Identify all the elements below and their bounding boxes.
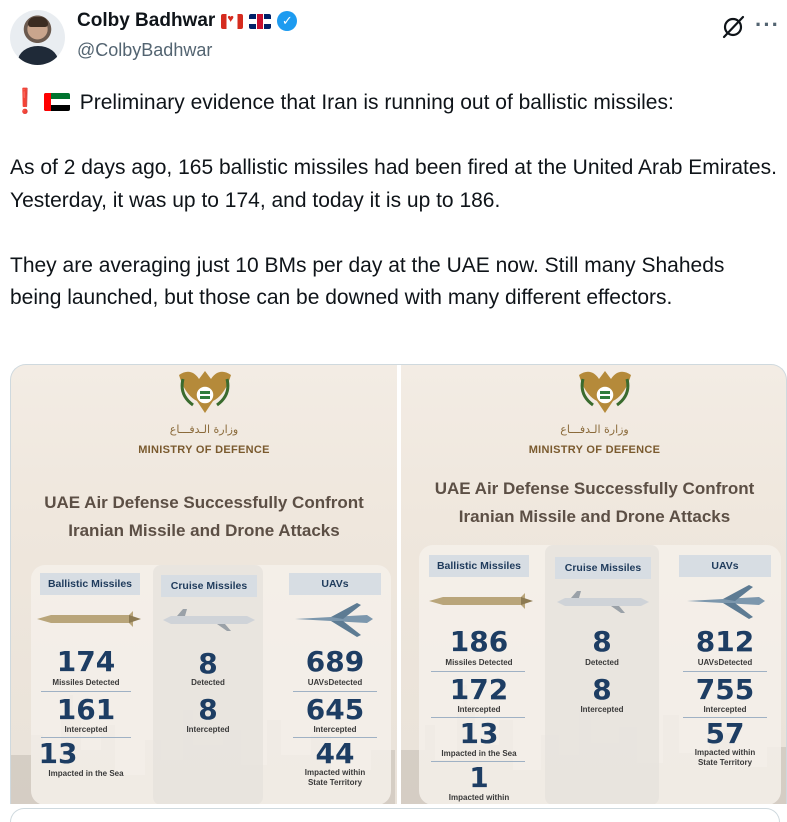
headline-line-1: UAE Air Defense Successfully Confront — [434, 479, 755, 498]
infographic-headline: UAE Air Defense Successfully Confront Ir… — [401, 475, 786, 531]
ministry-english: MINISTRY OF DEFENCE — [528, 444, 661, 456]
headline-line-2: Iranian Missile and Drone Attacks — [458, 507, 731, 526]
ballistic-column: 186 Missiles Detected 172 Intercepted 13… — [419, 545, 539, 804]
tweet-paragraph-3: They are averaging just 10 BMs per day a… — [10, 253, 725, 310]
divider-line — [431, 671, 525, 672]
uav-detected-label: UAVsDetected — [307, 678, 363, 687]
tweet-text: ❗ Preliminary evidence that Iran is runn… — [10, 86, 780, 315]
ballistic-detected-value: 174 — [56, 645, 116, 678]
uav-detected-label: UAVsDetected — [697, 658, 753, 667]
media-image-2[interactable]: وزارة الـدفـــاع MINISTRY OF DEFENCE UAE… — [401, 365, 786, 804]
ballistic-sea-value: 13 — [38, 737, 78, 770]
media-image-1[interactable]: وزارة الـدفـــاع MINISTRY OF DEFENCE UAE… — [11, 365, 397, 804]
headline-line-1: UAE Air Defense Successfully Confront — [44, 493, 364, 512]
ballistic-intercepted-value: 161 — [56, 693, 116, 726]
ballistic-sea-label: Impacted in the Sea — [441, 749, 517, 758]
tweet-media[interactable]: وزارة الـدفـــاع MINISTRY OF DEFENCE UAE… — [10, 364, 787, 804]
uav-detected-value: 812 — [695, 625, 755, 658]
uav-detected-value: 689 — [305, 645, 365, 678]
uav-territory-value: 44 — [315, 737, 355, 770]
uav-territory-label: Impacted within State Territory — [279, 768, 391, 788]
ballistic-sea-label: Impacted in the Sea — [48, 769, 124, 778]
grok-icon[interactable] — [720, 14, 746, 40]
ministry-arabic: وزارة الـدفـــاع — [560, 423, 629, 436]
cruise-intercepted-value: 8 — [592, 673, 612, 706]
uav-territory-value: 57 — [705, 717, 745, 750]
avatar-suit — [18, 46, 58, 65]
uav-column: 689 UAVsDetected 645 Intercepted 44 Impa… — [279, 565, 391, 804]
ballistic-detected-label: Missiles Detected — [52, 678, 120, 687]
exclamation-icon: ❗ — [10, 88, 40, 115]
tweet-paragraph-2: As of 2 days ago, 165 ballistic missiles… — [10, 156, 777, 212]
cruise-intercepted-value: 8 — [198, 693, 218, 726]
ballistic-intercepted-value: 172 — [449, 673, 509, 706]
cruise-intercepted-label: Intercepted — [580, 705, 624, 714]
divider-line — [683, 671, 767, 672]
ministry-english: MINISTRY OF DEFENCE — [138, 444, 270, 456]
divider-line — [293, 691, 377, 692]
ballistic-intercepted-label: Intercepted — [457, 705, 501, 714]
headline-line-2: Iranian Missile and Drone Attacks — [68, 521, 340, 540]
ballistic-detected-label: Missiles Detected — [445, 658, 513, 667]
uav-territory-label-2: State Territory — [697, 758, 753, 767]
cruise-intercepted-label: Intercepted — [186, 725, 230, 734]
uav-territory-label-2: State Territory — [307, 778, 363, 787]
cruise-column: 8 Detected 8 Intercepted — [153, 565, 263, 804]
uav-intercepted-value: 645 — [305, 693, 365, 726]
cruise-detected-value: 8 — [198, 647, 218, 680]
cruise-column: 8 Detected 8 Intercepted — [545, 545, 659, 804]
avatar[interactable] — [10, 10, 65, 65]
ballistic-intercepted-label: Intercepted — [64, 725, 108, 734]
divider-line — [41, 691, 131, 692]
uav-intercepted-label: Intercepted — [703, 705, 747, 714]
uav-territory-label-1: Impacted within — [304, 768, 366, 777]
uae-emblem-icon — [179, 371, 231, 413]
tweet-header: Colby Badhwar ✓ @ColbyBadhwar ··· — [10, 8, 780, 68]
ballistic-sea-value: 13 — [459, 717, 499, 750]
uav-intercepted-label: Intercepted — [313, 725, 357, 734]
ballistic-territory-value: 1 — [469, 761, 489, 794]
cruise-detected-label: Detected — [191, 678, 225, 687]
ministry-arabic: وزارة الـدفـــاع — [169, 423, 239, 436]
avatar-hair — [28, 17, 48, 27]
uae-emblem-icon — [579, 371, 631, 413]
cruise-detected-label: Detected — [585, 658, 619, 667]
uav-territory-label-1: Impacted within — [694, 748, 756, 757]
ballistic-detected-value: 186 — [449, 625, 509, 658]
name-row: Colby Badhwar ✓ — [77, 10, 298, 32]
verified-badge-icon[interactable]: ✓ — [277, 11, 298, 31]
ballistic-territory-label: Impacted within — [448, 793, 510, 802]
uav-column: 812 UAVsDetected 755 Intercepted 57 Impa… — [669, 545, 781, 804]
display-name[interactable]: Colby Badhwar — [77, 10, 215, 32]
uk-flag-icon — [249, 13, 272, 29]
infographic-headline: UAE Air Defense Successfully Confront Ir… — [11, 489, 397, 545]
next-card-edge — [10, 808, 780, 822]
ballistic-column: 174 Missiles Detected 161 Intercepted 13… — [31, 565, 141, 804]
stats-card: Ballistic Missiles 174 Missiles Detected… — [31, 565, 391, 804]
cruise-detected-value: 8 — [592, 625, 612, 658]
canada-flag-icon — [221, 13, 244, 29]
uae-flag-icon — [43, 93, 70, 111]
tweet-line-1: ❗ Preliminary evidence that Iran is runn… — [10, 86, 780, 120]
more-options-icon[interactable]: ··· — [755, 12, 780, 38]
stats-card: Ballistic Missiles 186 Missiles Detected… — [419, 545, 781, 804]
uav-intercepted-value: 755 — [695, 673, 755, 706]
handle[interactable]: @ColbyBadhwar — [77, 40, 212, 61]
uav-territory-label: Impacted within State Territory — [669, 748, 781, 768]
tweet-line-1-text: Preliminary evidence that Iran is runnin… — [79, 91, 674, 114]
